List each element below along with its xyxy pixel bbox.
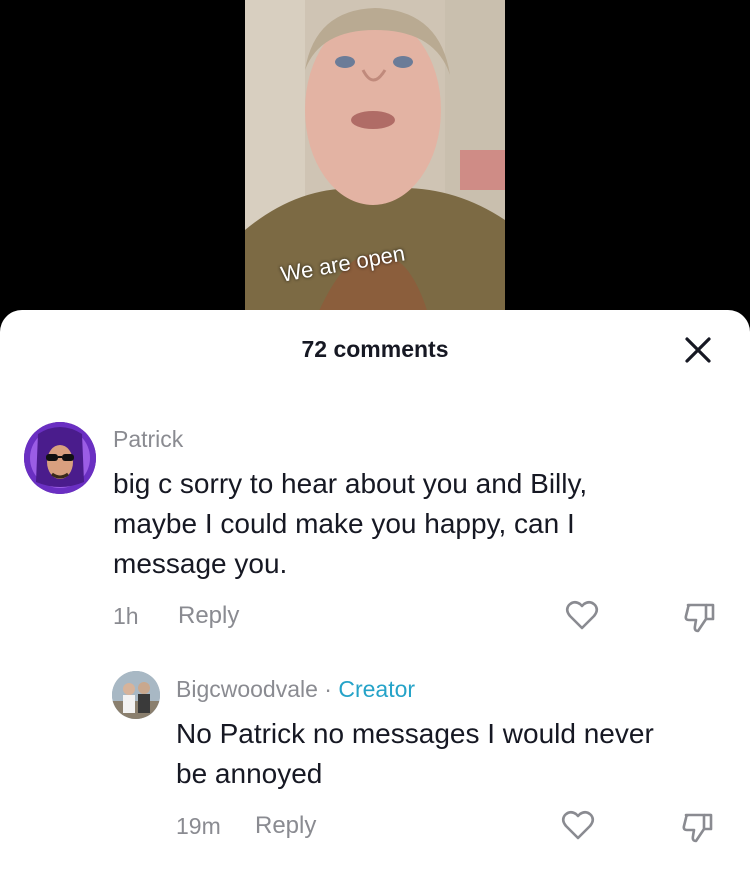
- username-separator: ·: [317, 676, 339, 702]
- avatar[interactable]: [112, 671, 160, 719]
- video-frame[interactable]: We are open: [245, 0, 505, 320]
- reply-comment-item: Bigcwoodvale · Creator No Patrick no mes…: [0, 310, 750, 879]
- avatar-image: [112, 671, 160, 719]
- thumbs-down-icon: [682, 813, 713, 843]
- comment-text-line: be annoyed: [176, 758, 323, 789]
- reply-button[interactable]: Reply: [255, 812, 316, 840]
- comment-username[interactable]: Bigcwoodvale: [176, 676, 318, 702]
- like-button[interactable]: [560, 807, 596, 843]
- comment-timestamp: 19m: [176, 813, 221, 839]
- comment-text: No Patrick no messages I would never be …: [176, 714, 736, 794]
- comments-sheet: 72 comments Patrick big c sorry to hear …: [0, 310, 750, 879]
- comment-text-line: No Patrick no messages I would never: [176, 718, 654, 749]
- heart-outline-icon: [561, 810, 595, 840]
- dislike-button[interactable]: [680, 809, 716, 845]
- video-area[interactable]: We are open: [0, 0, 750, 330]
- comment-username-row: Bigcwoodvale · Creator: [176, 676, 415, 703]
- creator-badge: Creator: [338, 676, 416, 702]
